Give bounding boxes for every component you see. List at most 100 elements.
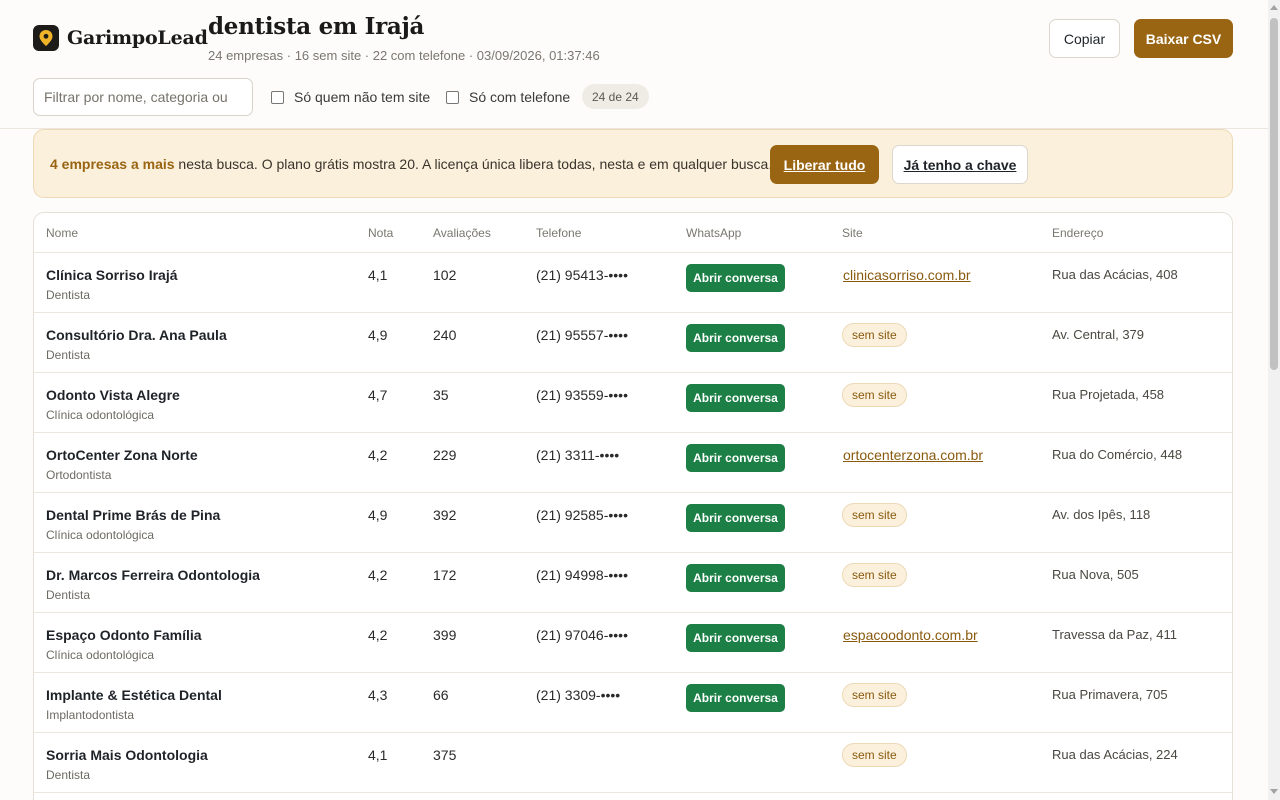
column-header-rating[interactable]: Nota — [368, 226, 393, 240]
reviews-count: 102 — [433, 267, 457, 283]
upgrade-highlight: 4 empresas a mais — [50, 156, 175, 172]
business-address: Av. Central, 379 — [1052, 327, 1145, 342]
phone-number: (21) 97046-•••• — [536, 627, 628, 643]
business-name: Implante & Estética Dental — [46, 687, 222, 703]
reviews-count: 399 — [433, 627, 457, 643]
reviews-count: 392 — [433, 507, 457, 523]
phone-number: (21) 94998-•••• — [536, 567, 628, 583]
business-name: Clínica Sorriso Irajá — [46, 267, 178, 283]
no-site-badge: sem site — [842, 503, 907, 527]
business-name: Odonto Vista Alegre — [46, 387, 180, 403]
whatsapp-button[interactable]: Abrir conversa — [686, 444, 785, 472]
whatsapp-button[interactable]: Abrir conversa — [686, 624, 785, 652]
business-name: OrtoCenter Zona Norte — [46, 447, 198, 463]
business-name: Dr. Marcos Ferreira Odontologia — [46, 567, 260, 583]
website-link[interactable]: clinicasorriso.com.br — [843, 267, 971, 283]
no-site-badge: sem site — [842, 743, 907, 767]
copy-button[interactable]: Copiar — [1049, 19, 1120, 58]
rating-value: 4,7 — [368, 387, 388, 403]
reviews-count: 66 — [433, 687, 449, 703]
map-pin-icon — [33, 25, 59, 51]
rating-value: 4,1 — [368, 747, 388, 763]
business-name: Dental Prime Brás de Pina — [46, 507, 221, 523]
no-site-checkbox[interactable] — [271, 90, 284, 104]
search-summary: 24 empresas · 16 sem site · 22 com telef… — [208, 48, 600, 63]
results-table: Nome Nota Avaliações Telefone WhatsApp S… — [33, 212, 1233, 800]
upgrade-message: 4 empresas a mais nesta busca. O plano g… — [50, 156, 772, 172]
filter-input[interactable] — [33, 78, 253, 116]
unlock-all-button[interactable]: Liberar tudo — [770, 145, 879, 184]
with-phone-checkbox[interactable] — [446, 90, 459, 104]
brand-name: GarimpoLead — [67, 27, 208, 49]
column-header-whatsapp[interactable]: WhatsApp — [686, 226, 741, 240]
business-name: Espaço Odonto Família — [46, 627, 202, 643]
table-row: Implante & Estética Dental Implantodontis… — [34, 673, 1232, 733]
table-row: Dental Prime Brás de Pina Clínica odontol… — [34, 493, 1232, 553]
whatsapp-button[interactable]: Abrir conversa — [686, 504, 785, 532]
business-address: Rua das Acácias, 408 — [1052, 267, 1178, 282]
reviews-count: 375 — [433, 747, 457, 763]
with-phone-filter[interactable]: Só com telefone — [446, 89, 570, 105]
business-address: Travessa da Paz, 411 — [1052, 627, 1178, 642]
scrollbar-thumb[interactable] — [1270, 18, 1278, 370]
phone-number: (21) 95413-•••• — [536, 267, 628, 283]
business-category: Clínica odontológica — [46, 528, 155, 542]
page-title: dentista em Irajá — [208, 13, 425, 40]
whatsapp-button[interactable]: Abrir conversa — [686, 684, 785, 712]
rating-value: 4,3 — [368, 687, 388, 703]
scroll-down-arrow-icon[interactable] — [1270, 789, 1278, 794]
table-row: Dr. Marcos Ferreira Odontologia Dentista 4… — [34, 553, 1232, 613]
no-site-badge: sem site — [842, 683, 907, 707]
rating-value: 4,2 — [368, 567, 388, 583]
table-header: Nome Nota Avaliações Telefone WhatsApp S… — [34, 213, 1232, 253]
business-category: Implantodontista — [46, 708, 135, 722]
whatsapp-button[interactable]: Abrir conversa — [686, 384, 785, 412]
business-category: Dentista — [46, 768, 91, 782]
column-header-reviews[interactable]: Avaliações — [433, 226, 491, 240]
upgrade-text: nesta busca. O plano grátis mostra 20. A… — [174, 156, 773, 172]
business-address: Rua Primavera, 705 — [1052, 687, 1168, 702]
have-key-button[interactable]: Já tenho a chave — [892, 145, 1028, 184]
table-row: Consultório Dra. Ana Paula Dentista 4,9 240… — [34, 313, 1232, 373]
business-address: Rua do Comércio, 448 — [1052, 447, 1183, 462]
scroll-up-arrow-icon[interactable] — [1270, 5, 1278, 10]
no-site-badge: sem site — [842, 383, 907, 407]
no-site-badge: sem site — [842, 323, 907, 347]
whatsapp-button[interactable]: Abrir conversa — [686, 264, 785, 292]
column-header-name[interactable]: Nome — [46, 226, 78, 240]
upgrade-banner: 4 empresas a mais nesta busca. O plano g… — [33, 129, 1233, 198]
reviews-count: 229 — [433, 447, 457, 463]
results-count-badge: 24 de 24 — [582, 84, 649, 109]
table-row: Clínica Sorriso Irajá Dentista 4,1 102 (21) … — [34, 253, 1232, 313]
rating-value: 4,9 — [368, 327, 388, 343]
business-category: Clínica odontológica — [46, 408, 155, 422]
business-address: Rua Nova, 505 — [1052, 567, 1139, 582]
business-category: Ortodontista — [46, 468, 112, 482]
reviews-count: 240 — [433, 327, 457, 343]
no-site-badge: sem site — [842, 563, 907, 587]
rating-value: 4,2 — [368, 447, 388, 463]
business-address: Rua Projetada, 458 — [1052, 387, 1165, 402]
business-category: Dentista — [46, 348, 91, 362]
column-header-phone[interactable]: Telefone — [536, 226, 581, 240]
with-phone-filter-label: Só com telefone — [469, 89, 571, 105]
column-header-address[interactable]: Endereço — [1052, 226, 1103, 240]
no-site-filter[interactable]: Só quem não tem site — [271, 89, 430, 105]
no-site-filter-label: Só quem não tem site — [294, 89, 431, 105]
whatsapp-button[interactable]: Abrir conversa — [686, 324, 785, 352]
rating-value: 4,1 — [368, 267, 388, 283]
website-link[interactable]: ortocenterzona.com.br — [843, 447, 983, 463]
page-scrollbar[interactable] — [1268, 0, 1280, 800]
table-row: Sorria Mais Odontologia Dentista 4,1 375 sem… — [34, 733, 1232, 793]
whatsapp-button[interactable]: Abrir conversa — [686, 564, 785, 592]
website-link[interactable]: espacoodonto.com.br — [843, 627, 978, 643]
table-row: OrtoCenter Zona Norte Ortodontista 4,2 229 (… — [34, 433, 1232, 493]
app-header: GarimpoLead dentista em Irajá 24 empresa… — [0, 0, 1268, 129]
business-name: Sorria Mais Odontologia — [46, 747, 208, 763]
phone-number: (21) 95557-•••• — [536, 327, 628, 343]
column-header-site[interactable]: Site — [842, 226, 863, 240]
table-row: Odonto Vista Alegre Clínica odontológica 4… — [34, 373, 1232, 433]
phone-number: (21) 93559-•••• — [536, 387, 628, 403]
brand[interactable]: GarimpoLead — [33, 25, 208, 51]
download-csv-button[interactable]: Baixar CSV — [1134, 19, 1233, 58]
